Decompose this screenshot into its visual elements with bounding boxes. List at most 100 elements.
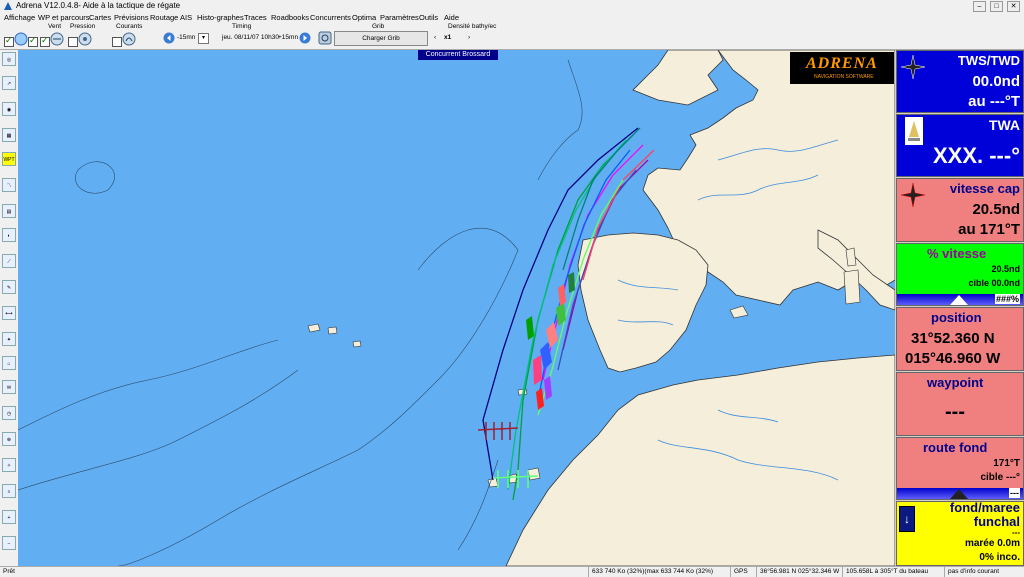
route-target: cible ---° [980, 472, 1020, 483]
position-latitude: 31°52.360 N [911, 330, 995, 347]
speed-heading: au 171°T [958, 221, 1020, 238]
step-back-button[interactable]: -15mn [177, 34, 195, 41]
pression-label: Pression [70, 23, 96, 30]
tide-panel[interactable]: ↓ fond/maree funchal --- marée 0.0m 0% i… [896, 501, 1024, 566]
status-memory: 633 740 Ko (32%)(max 633 744 Ko (32%) [592, 568, 714, 575]
twa-panel[interactable]: TWA XXX. ---° [896, 114, 1024, 177]
speed-percent-panel[interactable]: % vitesse 20.5nd cible 00.0nd ###% [896, 243, 1024, 306]
chevron-down-icon[interactable]: ▾ [198, 33, 209, 44]
menu-optima[interactable]: Optima [352, 13, 376, 22]
wind-icon[interactable] [50, 32, 64, 46]
zoom-fit-icon[interactable]: ⌕ [2, 484, 16, 498]
wind-checkbox[interactable] [28, 35, 38, 47]
clock-icon[interactable]: ◷ [2, 406, 16, 420]
waypoint-icon[interactable]: WPT [2, 152, 16, 166]
status-current-info: pas d'info courant [948, 568, 1000, 575]
speed-label: vitesse cap [949, 181, 1020, 196]
twa-value: XXX. ---° [932, 143, 1020, 168]
menu-aide[interactable]: Aide [444, 13, 459, 22]
menu-concurrents[interactable]: Concurrents [310, 13, 351, 22]
toolbar: Vent Pression Courants Timing Grib Densi… [0, 23, 1024, 50]
zoom-in-icon[interactable]: + [2, 510, 16, 524]
menu-affichage[interactable]: Affichage [4, 13, 35, 22]
step-forward-button[interactable]: +15mn [278, 34, 298, 41]
tide-uncertainty: 0% inco. [979, 552, 1020, 563]
step-back-icon[interactable] [163, 32, 175, 44]
menu-wp-parcours[interactable]: WP et parcours [38, 13, 90, 22]
status-distance: 105.658L à 305°T du bateau [846, 568, 929, 575]
tide-label: fond/maree [949, 501, 1020, 515]
wand-icon[interactable]: ✦ [2, 332, 16, 346]
courants-label: Courants [116, 23, 143, 30]
tide-place: funchal [973, 514, 1020, 529]
route-icon[interactable]: ↗ [2, 76, 16, 90]
speed-percent-label: % vitesse [927, 246, 987, 261]
tag-icon[interactable]: ⌂ [2, 356, 16, 370]
vent-label: Vent [48, 23, 62, 30]
waypoint-label: waypoint [927, 375, 984, 390]
chart-map[interactable]: Concurrent Brossard ADRENA NAVIGATION SO… [18, 50, 895, 566]
menu-traces[interactable]: Traces [244, 13, 267, 22]
speed-up-button[interactable]: › [468, 34, 470, 41]
pencil-icon[interactable]: ✎ [2, 280, 16, 294]
sailboat-icon [905, 117, 923, 145]
route-panel[interactable]: route fond 171°T cible ---° --- [896, 437, 1024, 500]
measure-icon[interactable]: ⟷ [2, 306, 16, 320]
target-icon[interactable]: ⊕ [2, 432, 16, 446]
menu-ais[interactable]: AIS [180, 13, 192, 22]
current-checkbox[interactable] [112, 37, 122, 47]
wind-toggle-checkbox[interactable] [40, 35, 50, 47]
app-icon [4, 2, 12, 10]
speed-down-button[interactable]: ‹ [434, 34, 436, 41]
layer-icon[interactable] [14, 31, 28, 47]
speed-panel[interactable]: vitesse cap 20.5nd au 171°T [896, 178, 1024, 242]
lifebuoy-icon[interactable]: ◎ [2, 52, 16, 66]
status-coordinates: 36°56.981 N 025°32.346 W [760, 568, 840, 575]
layer-checkbox-1[interactable] [4, 35, 14, 47]
chart-icon[interactable]: 〽 [2, 178, 16, 192]
step-forward-icon[interactable] [299, 32, 311, 44]
maximize-button[interactable]: □ [990, 1, 1003, 12]
arrow-down-icon[interactable]: ↓ [899, 506, 915, 532]
compass-rose-icon-speed [901, 183, 925, 207]
menu-outils[interactable]: Outils [419, 13, 438, 22]
load-grib-button[interactable]: Charger Grib [334, 31, 428, 46]
tws-panel[interactable]: TWS/TWD 00.0nd au ---°T [896, 50, 1024, 113]
speed-percent-target: cible 00.0nd [968, 278, 1020, 288]
menu-parametres[interactable]: Paramètres [380, 13, 419, 22]
ruler-icon[interactable]: ⟋ [2, 254, 16, 268]
route-value: 171°T [993, 458, 1020, 469]
tws-label: TWS/TWD [957, 53, 1020, 68]
position-panel[interactable]: position 31°52.360 N 015°46.960 W [896, 307, 1024, 371]
window-title: Adrena V12.0.4.8- Aide à la tactique de … [16, 1, 181, 10]
menu-routage[interactable]: Routage [150, 13, 178, 22]
zoom-out-icon[interactable]: − [2, 536, 16, 550]
logo-name: ADRENA [806, 55, 878, 72]
waypoint-panel[interactable]: waypoint --- [896, 372, 1024, 436]
menu-previsions[interactable]: Prévisions [114, 13, 149, 22]
compass-icon[interactable]: ✧ [2, 458, 16, 472]
left-toolbar: ◎ ↗ ◉ ▦ WPT 〽 ▤ ◐ ⟋ ✎ ⟷ ✦ ⌂ ✉ ◷ ⊕ ✧ ⌕ + … [0, 50, 19, 566]
tws-direction: au ---°T [968, 93, 1020, 110]
date-field[interactable]: jeu. 08/11/07 10h30 [222, 34, 279, 41]
land-sardinia [843, 269, 861, 305]
globe-icon[interactable]: ◐ [2, 228, 16, 242]
note-icon[interactable]: ✉ [2, 380, 16, 394]
radar-icon[interactable]: ◉ [2, 102, 16, 116]
menu-bar: Affichage WP et parcours Cartes Prévisio… [0, 12, 1024, 23]
grib-icon[interactable] [318, 31, 332, 45]
menu-cartes[interactable]: Cartes [89, 13, 111, 22]
layers-icon[interactable]: ▤ [2, 204, 16, 218]
current-icon[interactable] [122, 32, 136, 46]
minimize-button[interactable]: – [973, 1, 986, 12]
logo-subtitle: NAVIGATION SOFTWARE [814, 74, 874, 80]
pressure-icon[interactable] [78, 32, 92, 46]
pressure-checkbox[interactable] [68, 37, 78, 47]
route-bar-value: --- [1009, 488, 1020, 498]
grid-icon[interactable]: ▦ [2, 128, 16, 142]
close-button[interactable]: ✕ [1007, 1, 1020, 12]
menu-histo-graphes[interactable]: Histo-graphes [197, 13, 244, 22]
densite-label: Densité bathy/ec [448, 23, 497, 30]
menu-roadbooks[interactable]: Roadbooks [271, 13, 309, 22]
compass-rose-icon [901, 55, 925, 79]
